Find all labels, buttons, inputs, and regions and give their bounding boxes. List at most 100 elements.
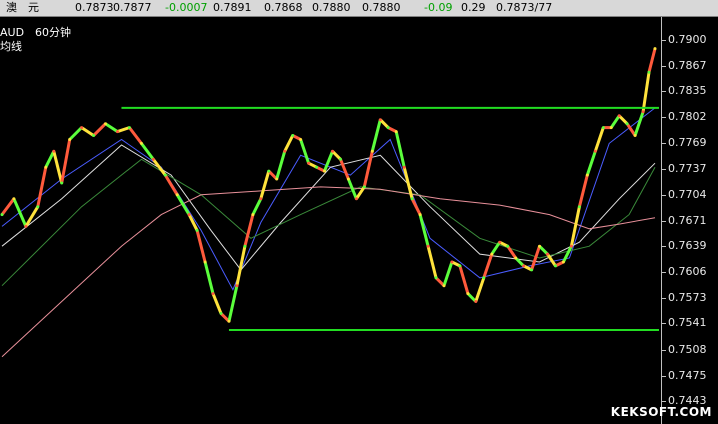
price-point [0,213,4,217]
price-chart[interactable] [0,17,661,424]
price-point [139,141,143,145]
price-segment [283,134,295,152]
price-segment [227,285,239,322]
price-point [418,213,422,217]
price-point [92,134,96,137]
price-point [450,260,454,264]
price-point [36,205,40,209]
price-point [442,284,446,288]
price-point [211,292,215,296]
price-segment [442,261,454,287]
price-segment [339,158,350,180]
price-axis-tick-label: 0.7508 [668,342,707,356]
price-point [530,268,534,272]
price-point [127,126,131,130]
price-point [641,110,645,114]
price-point [617,114,621,118]
price-point [546,252,549,256]
price-point [116,130,119,134]
price-segment [538,245,549,256]
price-segment [323,150,334,172]
price-point [299,138,303,141]
price-segment [458,265,470,295]
price-point [331,149,334,153]
quote-change-pct: -0.09 [424,1,453,14]
price-point [585,173,589,177]
quote-change: -0.0007 [165,1,208,14]
moving-average-layer [1,107,656,358]
price-point [307,161,311,165]
price-point [506,244,510,248]
price-point [219,311,223,315]
line-type-label: 均线 [0,40,22,53]
quote-ask: 0.7880 [362,1,401,14]
quote-low: 0.7868 [264,1,303,14]
quote-bar: 澳 元 0.7873 0.7877 -0.0007 0.7891 0.7868 … [0,0,718,17]
price-point [466,292,470,296]
price-segment [80,126,95,137]
price-point [577,205,581,209]
price-axis-tick-label: 0.7475 [668,368,707,382]
price-point [259,197,263,201]
price-segment [92,122,107,137]
price-point [362,185,366,189]
moving-average-line [1,186,656,358]
price-point [12,197,16,201]
price-point [275,177,279,181]
price-segment [104,122,119,133]
price-segment [68,126,83,141]
price-point [569,244,573,248]
price-segment [0,197,16,216]
price-segment [331,150,342,161]
price-point [538,244,541,248]
price-segment [24,205,40,228]
price-point [522,264,526,268]
price-axis-tick-label: 0.7769 [668,136,707,150]
price-point [243,244,247,248]
price-point [514,256,518,260]
price-segment [482,253,494,279]
price-point [410,197,414,201]
price-axis-tick-label: 0.7573 [668,291,707,305]
price-segment [12,198,28,227]
price-segment [633,111,645,136]
price-segment [164,174,179,196]
price-segment [259,170,271,200]
price-point [647,70,651,74]
price-point [561,260,565,264]
price-point [593,149,597,153]
price-layer [0,47,657,323]
price-segment [434,276,446,287]
price-point [609,126,613,130]
price-point [633,134,637,137]
price-segment [243,214,255,247]
price-segment [641,72,651,113]
quote-bid: 0.7880 [312,1,351,14]
price-point [354,197,358,201]
price-segment [609,114,621,129]
price-point [175,193,179,197]
price-segment [506,245,517,259]
price-segment [275,150,287,180]
quote-name: 澳 元 [6,1,39,14]
price-point [323,169,326,173]
price-segment [647,48,657,73]
price-segment [585,150,597,176]
price-segment [410,198,422,216]
quote-range: 0.7873/77 [496,1,553,14]
price-point [474,300,478,303]
price-segment [251,198,263,216]
price-point [458,264,462,268]
price-segment [379,118,390,129]
price-point [426,244,430,248]
price-point [283,149,287,153]
price-point [315,165,319,169]
watermark: KEKSOFT.COM [610,405,712,419]
price-segment [211,293,223,314]
quote-open: 0.7873 [75,1,114,14]
price-point [151,157,155,161]
price-segment [44,150,56,168]
price-point [163,173,167,177]
price-point [60,181,64,185]
price-point [104,122,107,126]
